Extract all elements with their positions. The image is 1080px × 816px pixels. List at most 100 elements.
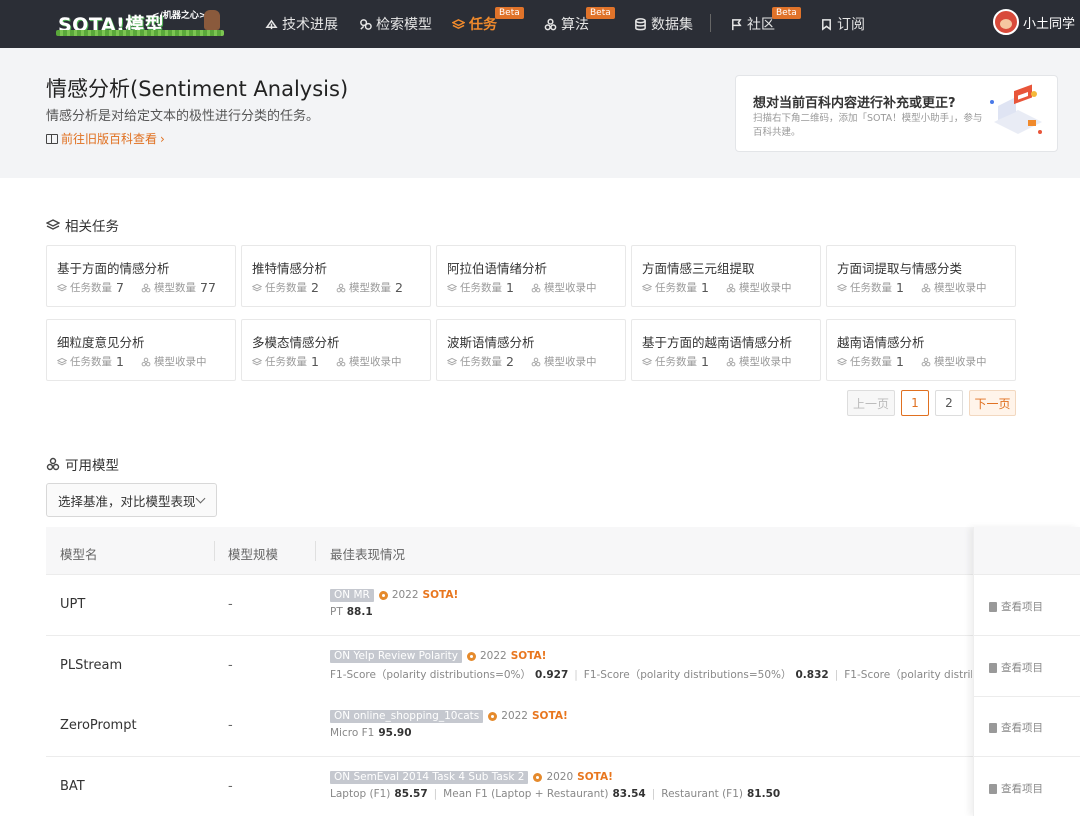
model-scale: - [228, 597, 233, 612]
dataset-tag[interactable]: ON online_shopping_10cats [330, 709, 484, 723]
next-page-button[interactable]: 下一页 [969, 390, 1016, 416]
table-row: ZeroPrompt - ON online_shopping_10cats 2022… [46, 696, 1060, 757]
task-header: 情感分析(Sentiment Analysis) 情感分析是对给定文本的极性进行… [0, 48, 1080, 178]
model-count-label: 模型数量 [349, 282, 391, 294]
nav-tech-progress[interactable]: 技术进展 [265, 0, 338, 48]
task-card[interactable]: 越南语情感分析 任务数量 1 模型收录中 [826, 319, 1016, 381]
task-card[interactable]: 多模态情感分析 任务数量 1 模型收录中 [241, 319, 431, 381]
algorithm-icon [141, 357, 151, 366]
nav-subscribe[interactable]: 订阅 [820, 0, 865, 48]
task-card[interactable]: 方面情感三元组提取 任务数量 1 模型收录中 [631, 245, 821, 307]
task-count: 任务数量 1 [642, 280, 709, 295]
nav-community[interactable]: 社区 Beta [730, 0, 801, 48]
nav-search-models[interactable]: 检索模型 [359, 0, 432, 48]
layers-icon [57, 357, 67, 365]
task-card[interactable]: 阿拉伯语情绪分析 任务数量 1 模型收录中 [436, 245, 626, 307]
task-card[interactable]: 细粒度意见分析 任务数量 1 模型收录中 [46, 319, 236, 381]
col-model-scale: 模型规模 [228, 547, 279, 562]
model-name[interactable]: BAT [60, 779, 85, 794]
algorithm-icon [531, 357, 541, 366]
actions-column: 查看项目 查看项目 查看项目 查看项目 [973, 527, 1080, 816]
view-project-label: 查看项目 [1001, 601, 1043, 613]
model-count: 模型收录中 [921, 280, 987, 295]
sota-logo[interactable]: SOTA!模型 </机器之心> [56, 6, 224, 36]
model-count-label: 模型收录中 [739, 282, 792, 294]
model-count-label: 模型收录中 [934, 282, 987, 294]
task-card[interactable]: 方面词提取与情感分类 任务数量 1 模型收录中 [826, 245, 1016, 307]
task-count-label: 任务数量 [70, 282, 112, 294]
performance-metrics: Micro F1 95.90 [330, 727, 972, 739]
user-menu[interactable]: 小土同学 [993, 9, 1075, 35]
task-count-value: 1 [896, 280, 904, 295]
task-count-value: 1 [116, 354, 124, 369]
old-wiki-link[interactable]: 前往旧版百科查看 › [46, 130, 165, 147]
model-count: 模型收录中 [531, 354, 597, 369]
dataset-tag[interactable]: ON SemEval 2014 Task 4 Sub Task 2 [330, 770, 529, 784]
task-card-meta: 任务数量 1 模型收录中 [642, 354, 792, 369]
row-divider [974, 635, 1080, 636]
logo-grass-decoration [56, 30, 224, 36]
benchmark-select[interactable]: 选择基准，对比模型表现 [46, 483, 217, 517]
view-project-link[interactable]: 查看项目 [989, 660, 1043, 675]
nav-datasets[interactable]: 数据集 [634, 0, 693, 48]
model-name[interactable]: PLStream [60, 658, 122, 673]
model-count: 模型数量 2 [336, 280, 403, 295]
task-card-meta: 任务数量 2 模型数量 2 [252, 280, 403, 295]
task-count: 任务数量 1 [447, 280, 514, 295]
layers-icon [452, 18, 465, 29]
prev-page-button[interactable]: 上一页 [847, 390, 895, 416]
task-count: 任务数量 1 [837, 354, 904, 369]
task-card[interactable]: 基于方面的情感分析 任务数量 7 模型数量 77 [46, 245, 236, 307]
layers-icon [447, 357, 457, 365]
feedback-illustration-icon [990, 84, 1042, 134]
performance-summary: ON SemEval 2014 Task 4 Sub Task 2 2020 SOT… [330, 770, 972, 784]
model-name[interactable]: UPT [60, 597, 85, 612]
layers-icon [252, 283, 262, 291]
algorithm-icon [726, 357, 736, 366]
task-count-label: 任务数量 [265, 356, 307, 368]
task-card-meta: 任务数量 1 模型收录中 [837, 280, 987, 295]
metric-separator: | [834, 668, 839, 681]
page-2-button[interactable]: 2 [935, 390, 963, 416]
task-card[interactable]: 波斯语情感分析 任务数量 2 模型收录中 [436, 319, 626, 381]
logo-tagline: </机器之心> [152, 11, 207, 21]
task-card-meta: 任务数量 1 模型收录中 [837, 354, 987, 369]
layers-icon [46, 219, 60, 230]
row-divider [974, 696, 1080, 697]
task-count-label: 任务数量 [655, 282, 697, 294]
feedback-text: 扫描右下角二维码，添加「SOTA！模型小助手」，参与百科共建。 [753, 113, 983, 138]
task-card-title: 多模态情感分析 [252, 335, 340, 350]
best-performance: ON MR 2022 SOTA! PT 88.1 [330, 588, 972, 618]
task-card[interactable]: 基于方面的越南语情感分析 任务数量 1 模型收录中 [631, 319, 821, 381]
result-year: 2022 [501, 710, 528, 722]
view-project-link[interactable]: 查看项目 [989, 720, 1043, 735]
task-card-meta: 任务数量 1 模型收录中 [642, 280, 792, 295]
view-project-link[interactable]: 查看项目 [989, 599, 1043, 614]
view-project-label: 查看项目 [1001, 722, 1043, 734]
document-icon [989, 601, 997, 612]
task-count-value: 1 [701, 354, 709, 369]
best-performance: ON online_shopping_10cats 2022 SOTA! Micro … [330, 709, 972, 739]
view-project-link[interactable]: 查看项目 [989, 781, 1043, 796]
top-navbar: SOTA!模型 </机器之心> 技术进展 检索模型 任务 Beta 算法 Bet… [0, 0, 1080, 48]
database-icon [635, 17, 646, 30]
model-name[interactable]: ZeroPrompt [60, 718, 137, 733]
nav-tasks[interactable]: 任务 Beta [452, 0, 524, 48]
task-card[interactable]: 推特情感分析 任务数量 2 模型数量 2 [241, 245, 431, 307]
view-project-label: 查看项目 [1001, 662, 1043, 674]
nav-algorithms[interactable]: 算法 Beta [544, 0, 615, 48]
performance-metrics: F1-Score（polarity distributions=0%） 0.927… [330, 667, 972, 682]
flag-icon [732, 18, 742, 30]
task-card-title: 基于方面的情感分析 [57, 261, 170, 276]
dataset-tag[interactable]: ON MR [330, 588, 374, 602]
task-card-meta: 任务数量 2 模型收录中 [447, 354, 597, 369]
task-count-label: 任务数量 [460, 356, 502, 368]
dataset-tag[interactable]: ON Yelp Review Polarity [330, 649, 462, 663]
algorithm-icon [921, 357, 931, 366]
performance-metrics: Laptop (F1) 85.57 | Mean F1 (Laptop + Resta… [330, 788, 972, 800]
model-scale: - [228, 779, 233, 794]
page-1-button[interactable]: 1 [901, 390, 929, 416]
feedback-card[interactable]: 想对当前百科内容进行补充或更正? 扫描右下角二维码，添加「SOTA！模型小助手」… [735, 75, 1058, 152]
algorithm-icon [544, 18, 557, 30]
metric-value: 83.54 [612, 788, 646, 800]
